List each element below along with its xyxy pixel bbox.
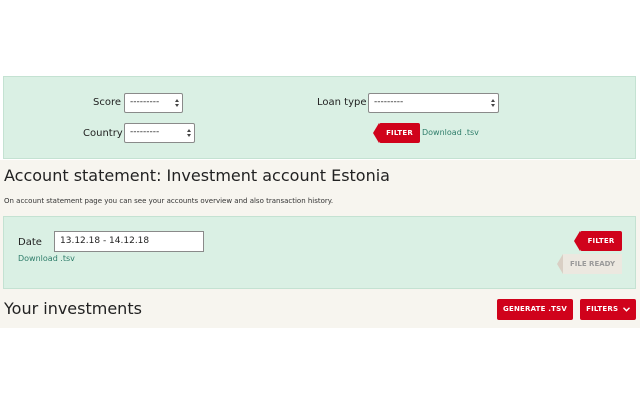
select-arrows-icon <box>187 129 191 137</box>
country-select[interactable]: --------- <box>124 123 195 143</box>
download-tsv-link[interactable]: Download .tsv <box>422 128 479 137</box>
filters-button[interactable]: FILTERS <box>580 299 636 320</box>
date-label: Date <box>18 237 42 248</box>
generate-tsv-button[interactable]: GENERATE .TSV <box>497 299 573 320</box>
investments-heading: Your investments <box>4 299 142 318</box>
score-select[interactable]: --------- <box>124 93 183 113</box>
filter-panel <box>3 76 636 159</box>
statement-filter-button[interactable]: FILTER <box>580 231 622 251</box>
country-label: Country <box>83 128 123 139</box>
date-range-input[interactable]: 13.12.18 - 14.12.18 <box>54 231 204 252</box>
score-label: Score <box>93 97 122 108</box>
loan-type-select-value: --------- <box>374 97 404 107</box>
score-select-value: --------- <box>130 97 160 107</box>
chevron-down-icon <box>622 306 630 312</box>
select-arrows-icon <box>175 99 179 107</box>
date-filter-panel <box>3 216 636 289</box>
download-tsv-link[interactable]: Download .tsv <box>18 254 75 263</box>
page-description: On account statement page you can see yo… <box>4 197 334 205</box>
loan-type-label: Loan type <box>317 97 367 108</box>
loan-type-select[interactable]: --------- <box>368 93 499 113</box>
filter-button[interactable]: FILTER <box>379 123 420 143</box>
file-ready-button[interactable]: FILE READY <box>563 254 622 274</box>
page-title: Account statement: Investment account Es… <box>4 166 390 185</box>
select-arrows-icon <box>491 99 495 107</box>
country-select-value: --------- <box>130 127 160 137</box>
filters-button-label: FILTERS <box>586 305 619 313</box>
